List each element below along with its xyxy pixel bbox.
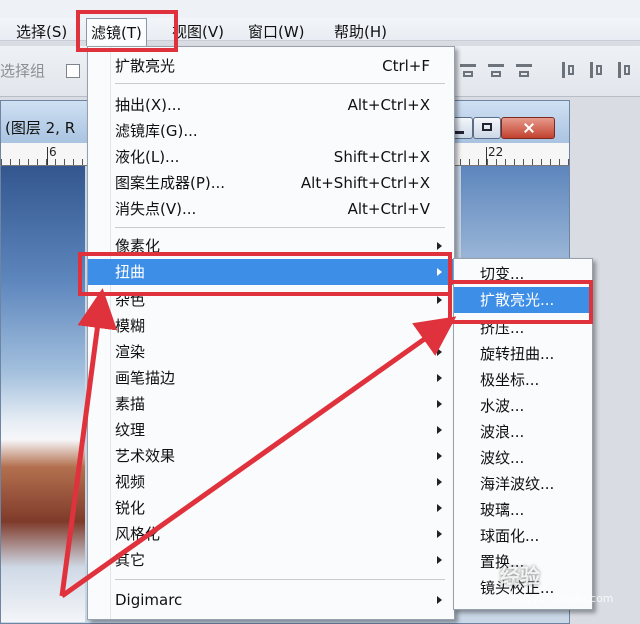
menu-item-artistic[interactable]: 艺术效果 [88, 443, 454, 469]
document-title: (图层 2, R [5, 119, 76, 137]
menu-item-other[interactable]: 其它 [88, 547, 454, 573]
menu-item-pattern-maker[interactable]: 图案生成器(P)... Alt+Shift+Ctrl+X [88, 170, 454, 196]
align-bottom-icon[interactable] [514, 60, 534, 80]
menu-window[interactable]: 窗口(W) [244, 20, 309, 44]
menu-item-label: 图案生成器(P)... [115, 174, 226, 192]
submenu-arrow-icon [437, 296, 442, 304]
menu-item-texture[interactable]: 纹理 [88, 417, 454, 443]
menu-item-render[interactable]: 渲染 [88, 339, 454, 365]
menu-item-vanishing-point[interactable]: 消失点(V)... Alt+Ctrl+V [88, 196, 454, 222]
annotation-box-distort [78, 252, 452, 296]
menu-item-video[interactable]: 视频 [88, 469, 454, 495]
submenu-item-ripple[interactable]: 波纹... [454, 445, 592, 471]
watermark-logo: 经验 [500, 564, 540, 588]
menu-separator [115, 83, 445, 84]
align-middle-icon[interactable] [486, 60, 506, 80]
submenu-arrow-icon [437, 426, 442, 434]
submenu-arrow-icon [437, 452, 442, 460]
align-top-icon[interactable] [458, 60, 478, 80]
submenu-item-twirl[interactable]: 旋转扭曲... [454, 341, 592, 367]
close-button[interactable] [501, 117, 555, 139]
ruler-label: 22 [488, 145, 504, 159]
submenu-item-zigzag[interactable]: 水波... [454, 393, 592, 419]
submenu-arrow-icon [437, 374, 442, 382]
menu-item-sketch[interactable]: 素描 [88, 391, 454, 417]
menu-item-label: 滤镜库(G)... [115, 122, 198, 140]
menu-item-label: 模糊 [115, 317, 146, 335]
menu-item-shortcut: Alt+Ctrl+X [347, 96, 430, 114]
submenu-item-label: 波纹... [480, 449, 525, 467]
menu-help[interactable]: 帮助(H) [330, 20, 391, 44]
submenu-item-polar-coordinates[interactable]: 极坐标... [454, 367, 592, 393]
submenu-item-label: 波浪... [480, 423, 525, 441]
ruler-label: 6 [49, 145, 57, 159]
submenu-arrow-icon [437, 504, 442, 512]
menu-item-label: 其它 [115, 551, 146, 569]
menu-select[interactable]: 选择(S) [12, 20, 71, 44]
menu-item-digimarc[interactable]: Digimarc [88, 587, 454, 613]
submenu-item-glass[interactable]: 玻璃... [454, 497, 592, 523]
menu-item-label: Digimarc [115, 591, 183, 609]
menu-item-label: 素描 [115, 395, 146, 413]
annotation-box-filter-menu [76, 10, 178, 52]
select-group-label: 选择组 [0, 62, 46, 80]
menu-item-extract[interactable]: 抽出(X)... Alt+Ctrl+X [88, 92, 454, 118]
menu-item-label: 渲染 [115, 343, 146, 361]
submenu-arrow-icon [437, 596, 442, 604]
menu-item-label: 风格化 [115, 525, 161, 543]
menu-item-label: 扩散亮光 [115, 57, 176, 75]
submenu-item-label: 海洋波纹... [480, 475, 555, 493]
image-canvas[interactable] [1, 166, 85, 622]
submenu-item-spherize[interactable]: 球面化... [454, 523, 592, 549]
menu-separator [115, 227, 445, 228]
annotation-box-diffuse-glow [448, 280, 593, 324]
align-left-icon[interactable] [558, 60, 578, 80]
menu-item-label: 艺术效果 [115, 447, 176, 465]
submenu-arrow-icon [437, 348, 442, 356]
menu-item-blur[interactable]: 模糊 [88, 313, 454, 339]
menu-item-label: 锐化 [115, 499, 146, 517]
menu-item-shortcut: Shift+Ctrl+X [333, 148, 430, 166]
align-toolbar [458, 60, 634, 80]
submenu-arrow-icon [437, 322, 442, 330]
menu-item-shortcut: Alt+Shift+Ctrl+X [300, 174, 430, 192]
menu-item-label: 视频 [115, 473, 146, 491]
submenu-arrow-icon [437, 530, 442, 538]
submenu-item-ocean-ripple[interactable]: 海洋波纹... [454, 471, 592, 497]
submenu-arrow-icon [437, 400, 442, 408]
transform-checkbox[interactable] [66, 64, 80, 78]
filter-menu: 扩散亮光 Ctrl+F 抽出(X)... Alt+Ctrl+X 滤镜库(G)..… [87, 46, 455, 620]
submenu-arrow-icon [437, 478, 442, 486]
menu-item-label: 液化(L)... [115, 148, 180, 166]
menu-separator [115, 579, 445, 580]
menu-item-stylize[interactable]: 风格化 [88, 521, 454, 547]
submenu-arrow-icon [437, 556, 442, 564]
submenu-item-label: 极坐标... [480, 371, 540, 389]
watermark-url: jingyan.baidu.com [512, 592, 614, 605]
menu-item-filter-gallery[interactable]: 滤镜库(G)... [88, 118, 454, 144]
submenu-item-label: 玻璃... [480, 501, 525, 519]
align-right-icon[interactable] [614, 60, 634, 80]
align-center-icon[interactable] [586, 60, 606, 80]
menu-item-liquify[interactable]: 液化(L)... Shift+Ctrl+X [88, 144, 454, 170]
menu-item-label: 画笔描边 [115, 369, 176, 387]
submenu-item-label: 水波... [480, 397, 525, 415]
submenu-item-wave[interactable]: 波浪... [454, 419, 592, 445]
menu-item-label: 抽出(X)... [115, 96, 182, 114]
menu-item-label: 纹理 [115, 421, 146, 439]
menu-item-brush-strokes[interactable]: 画笔描边 [88, 365, 454, 391]
menu-item-label: 消失点(V)... [115, 200, 197, 218]
submenu-arrow-icon [437, 242, 442, 250]
maximize-button[interactable] [473, 117, 501, 139]
submenu-item-label: 球面化... [480, 527, 540, 545]
menu-item-shortcut: Alt+Ctrl+V [347, 200, 430, 218]
menu-item-shortcut: Ctrl+F [382, 57, 430, 75]
menu-item-sharpen[interactable]: 锐化 [88, 495, 454, 521]
menu-item-last-filter[interactable]: 扩散亮光 Ctrl+F [88, 53, 454, 79]
submenu-item-label: 旋转扭曲... [480, 345, 555, 363]
